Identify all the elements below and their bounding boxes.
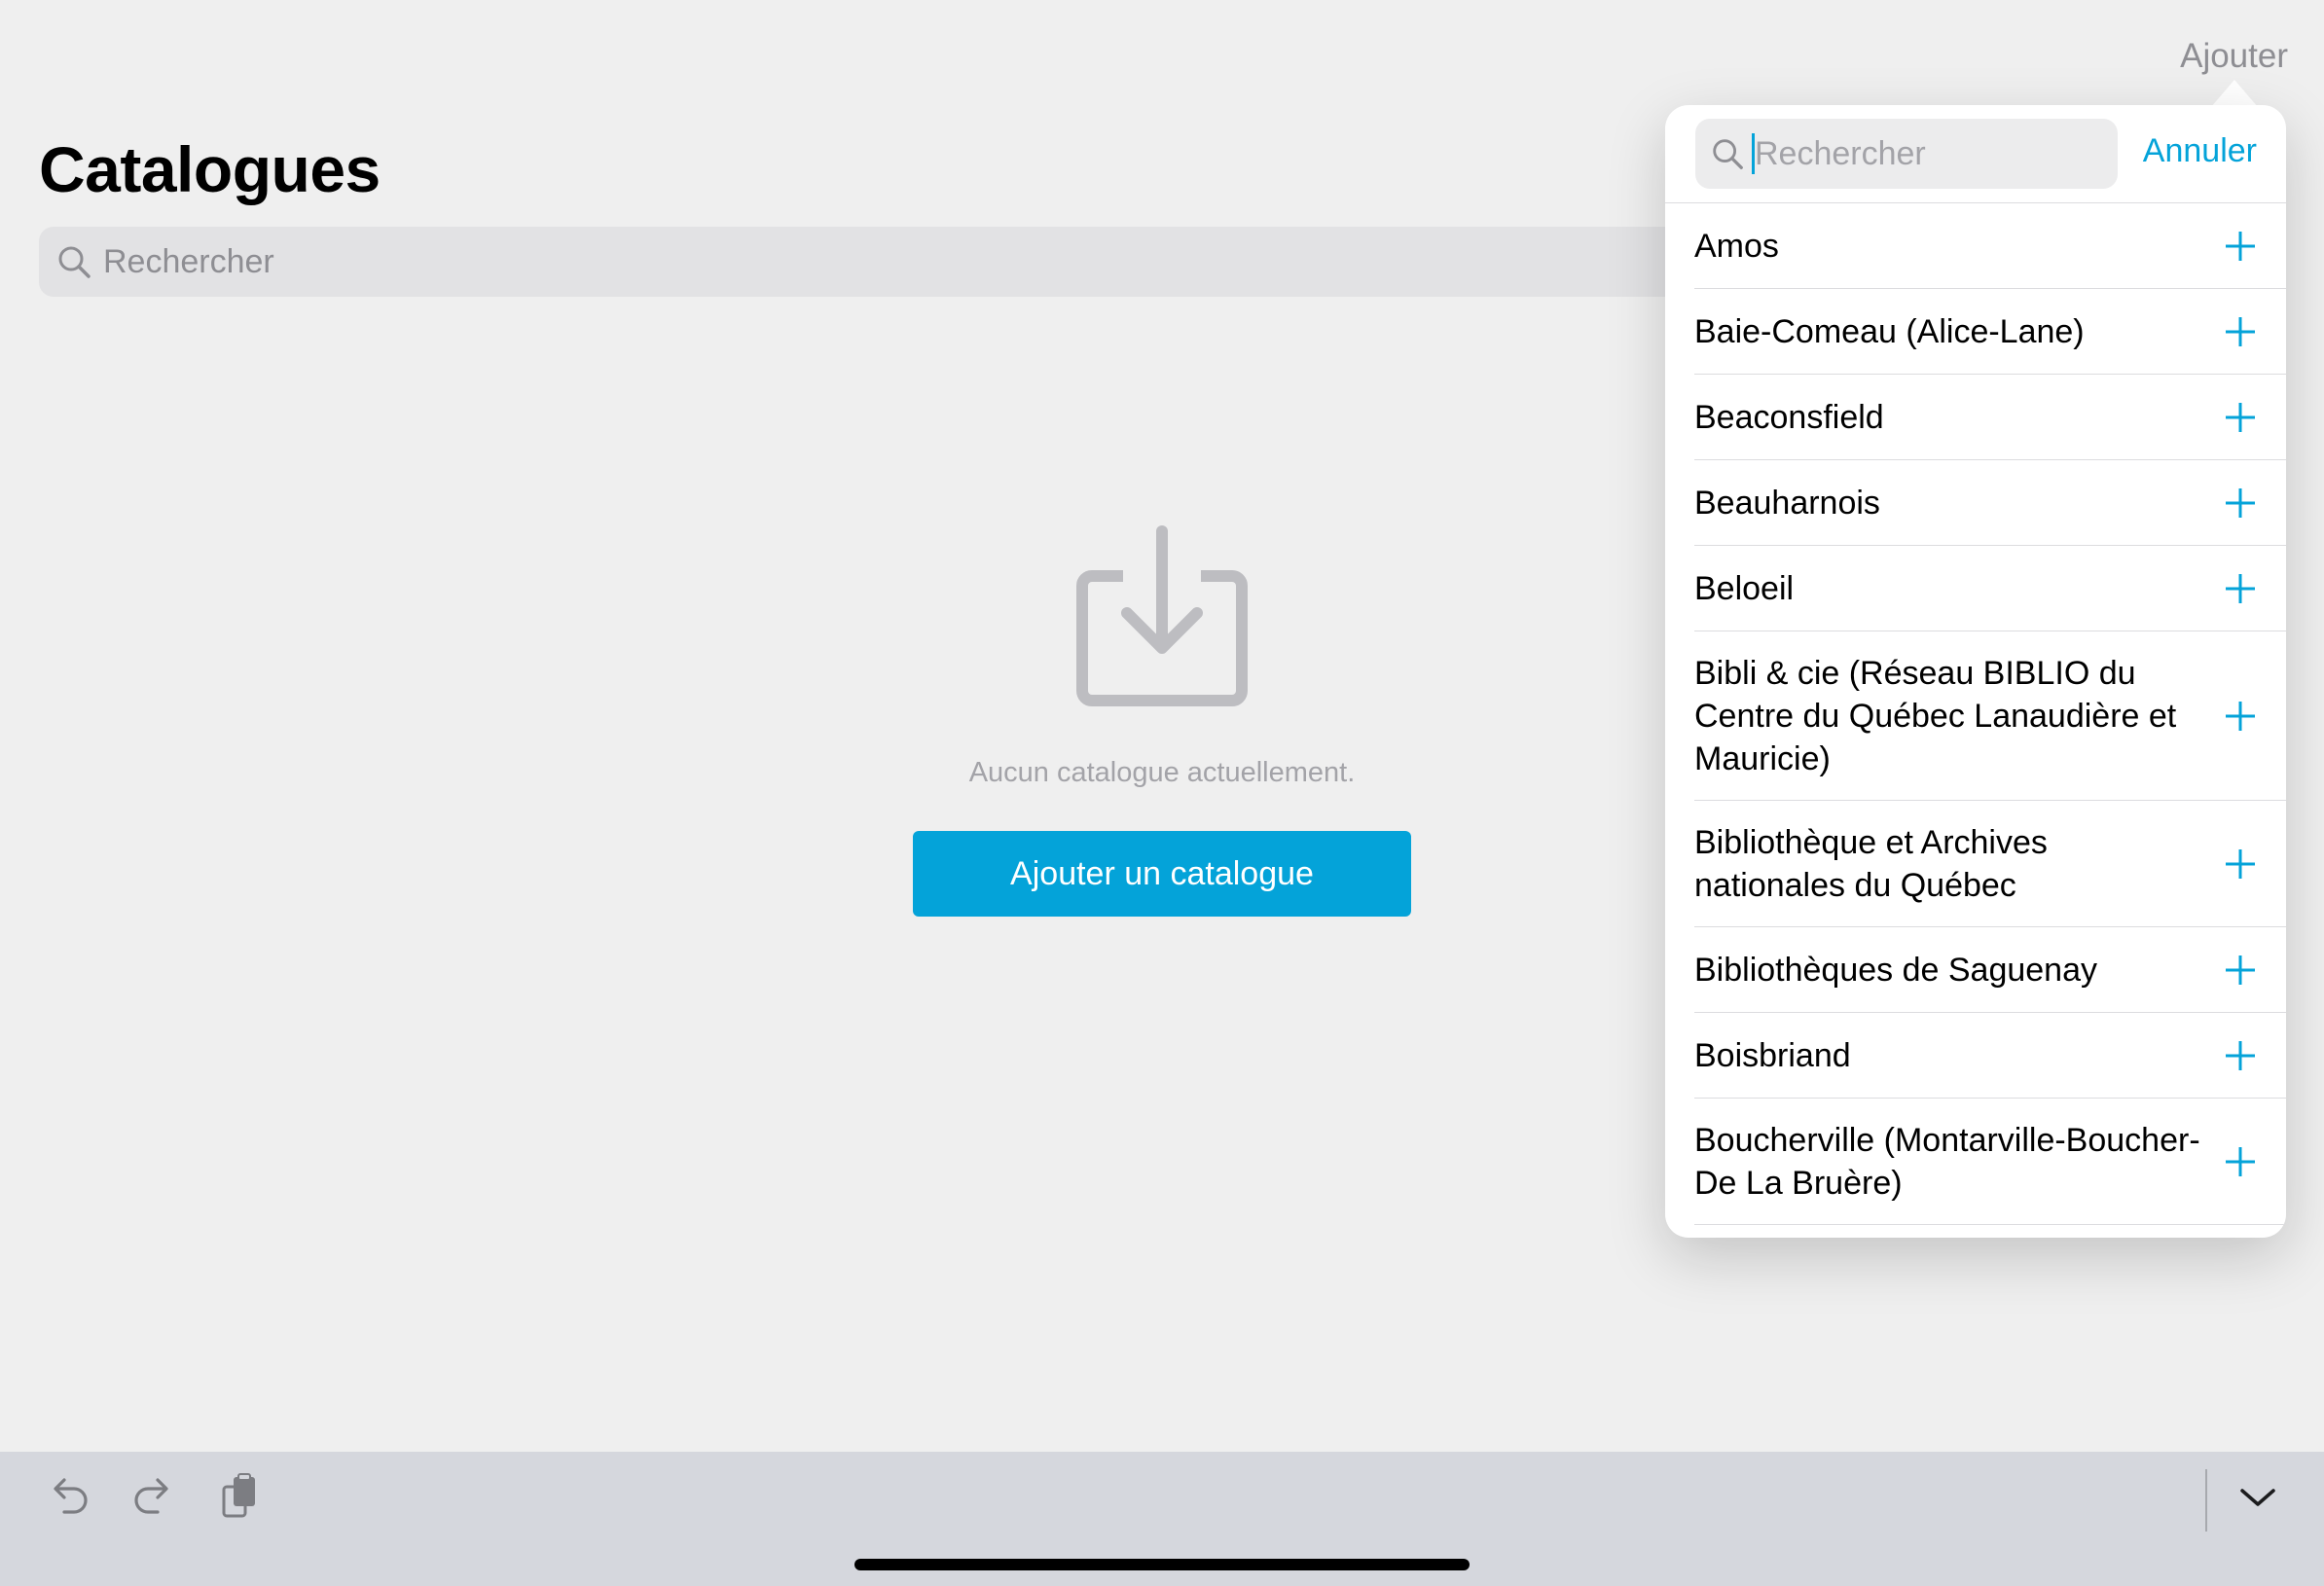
catalog-item-label: Amos	[1694, 227, 1779, 265]
catalog-item-label: Bibli & cie (Réseau BIBLIO du Centre du …	[1694, 654, 2177, 777]
popover-search-input[interactable]: Rechercher	[1695, 119, 2118, 189]
add-nav-button[interactable]: Ajouter	[2180, 37, 2288, 76]
catalog-item-label: Bibliothèques de Saguenay	[1694, 951, 2097, 989]
empty-state-message: Aucun catalogue actuellement.	[968, 757, 1356, 788]
cancel-button[interactable]: Annuler	[2143, 132, 2257, 170]
plus-icon[interactable]	[2224, 954, 2257, 987]
catalog-list-item[interactable]: Beaconsfield	[1694, 375, 2286, 460]
catalog-list-item[interactable]: Bibli & cie (Réseau BIBLIO du Centre du …	[1694, 631, 2286, 801]
catalog-search-field[interactable]: Rechercher	[39, 227, 1693, 297]
catalog-item-label: Beloeil	[1694, 569, 1795, 607]
plus-icon[interactable]	[2224, 572, 2257, 605]
plus-icon[interactable]	[2224, 700, 2257, 733]
undo-icon[interactable]	[43, 1473, 93, 1524]
add-catalog-button[interactable]: Ajouter un catalogue	[913, 831, 1411, 917]
catalog-item-label: Bibliothèque et Archives nationales du Q…	[1694, 823, 2048, 904]
popover-search-placeholder: Rechercher	[1755, 134, 1926, 172]
catalog-list-item[interactable]: Baie-Comeau (Alice-Lane)	[1694, 289, 2286, 375]
page-title: Catalogues	[39, 133, 381, 205]
catalog-item-label: Baie-Comeau (Alice-Lane)	[1694, 312, 2085, 350]
catalog-list-item[interactable]: Bibliothèque et Archives nationales du Q…	[1694, 801, 2286, 927]
search-icon	[1713, 139, 1743, 169]
clipboard-icon[interactable]	[216, 1473, 267, 1524]
search-icon	[58, 246, 91, 278]
plus-icon[interactable]	[2224, 847, 2257, 881]
popover-search-row: Rechercher Annuler	[1665, 105, 2286, 203]
redo-icon[interactable]	[128, 1473, 179, 1524]
catalog-list-item[interactable]: Boisbriand	[1694, 1013, 2286, 1099]
plus-icon[interactable]	[2224, 1145, 2257, 1178]
plus-icon[interactable]	[2224, 487, 2257, 520]
plus-icon[interactable]	[2224, 401, 2257, 434]
home-indicator	[854, 1559, 1470, 1570]
popover-arrow	[2211, 80, 2258, 107]
catalog-item-label: Boucherville (Montarville-Boucher-De La …	[1694, 1121, 2200, 1202]
plus-icon[interactable]	[2224, 1039, 2257, 1072]
catalog-list-item[interactable]: Beauharnois	[1694, 460, 2286, 546]
catalog-item-label: Beauharnois	[1694, 484, 1880, 522]
catalog-list-item[interactable]: Amos	[1694, 203, 2286, 289]
chevron-down-icon[interactable]	[2233, 1473, 2283, 1524]
plus-icon[interactable]	[2224, 315, 2257, 348]
catalog-item-label: Boisbriand	[1694, 1036, 1851, 1074]
download-tray-icon	[1076, 525, 1248, 706]
catalog-list-item[interactable]: Beloeil	[1694, 546, 2286, 631]
catalog-item-label: Beaconsfield	[1694, 398, 1884, 436]
catalog-list-item[interactable]: Bibliothèques de Saguenay	[1694, 927, 2286, 1013]
catalog-list-item[interactable]: Boucherville (Montarville-Boucher-De La …	[1694, 1099, 2286, 1225]
add-catalog-popover: Rechercher Annuler Amos Baie-Comeau (Ali…	[1665, 105, 2286, 1238]
toolbar-divider	[2205, 1469, 2207, 1532]
search-placeholder: Rechercher	[103, 242, 274, 280]
catalog-list: Amos Baie-Comeau (Alice-Lane) Beaconsfie…	[1665, 203, 2286, 1225]
plus-icon[interactable]	[2224, 230, 2257, 263]
